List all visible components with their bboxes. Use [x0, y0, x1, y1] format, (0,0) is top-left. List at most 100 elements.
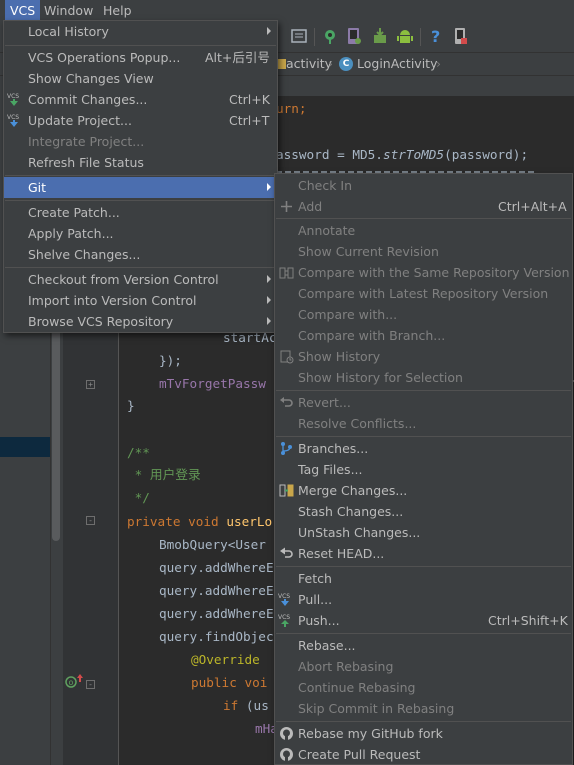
code-line: query.addWhereE — [159, 606, 274, 621]
menu-item-label: Pull... — [298, 592, 333, 607]
menu-item-refresh-file-status[interactable]: Refresh File Status — [4, 152, 277, 173]
menu-item-shortcut: Ctrl+K — [229, 92, 270, 107]
menu-vcs[interactable]: VCS — [5, 0, 41, 22]
menu-item-resolve-conflicts[interactable]: Resolve Conflicts... — [275, 413, 572, 434]
menu-item-tag-files[interactable]: Tag Files... — [275, 459, 572, 480]
breadcrumb-loginactivity[interactable]: LoginActivity — [357, 53, 437, 75]
submenu-arrow-icon — [267, 275, 271, 283]
menu-item-show-changes-view[interactable]: Show Changes View — [4, 68, 277, 89]
github-icon — [280, 748, 293, 761]
push-icon: VCS — [278, 614, 290, 627]
menu-item-label: Import into Version Control — [28, 293, 197, 308]
code-line: assword = MD5.strToMD5(password); — [276, 143, 528, 166]
menu-item-reset-head[interactable]: Reset HEAD... — [275, 543, 572, 564]
code-line: @Override — [191, 652, 260, 667]
menu-item-compare-with[interactable]: Compare with... — [275, 304, 572, 325]
merge-icon — [279, 484, 294, 497]
menu-item-show-history[interactable]: Show History — [275, 346, 572, 367]
menu-item-integrate-project[interactable]: Integrate Project... — [4, 131, 277, 152]
fold-collapse-icon[interactable]: - — [86, 516, 95, 525]
menu-item-shortcut: Ctrl+T — [229, 113, 270, 128]
svg-text:?: ? — [431, 27, 440, 45]
menu-item-import-into-vcs[interactable]: Import into Version Control — [4, 290, 277, 311]
code-line: public voi — [191, 675, 268, 690]
project-tree-selected-row[interactable] — [0, 437, 50, 457]
menu-item-label: Reset HEAD... — [298, 546, 385, 561]
menu-item-commit-changes[interactable]: VCS Commit Changes... Ctrl+K — [4, 89, 277, 110]
menu-item-pull[interactable]: VCS Pull... — [275, 589, 572, 610]
menu-item-skip-commit-rebasing[interactable]: Skip Commit in Rebasing — [275, 698, 572, 719]
menu-separator — [5, 200, 276, 201]
menu-item-push[interactable]: VCS Push... Ctrl+Shift+K — [275, 610, 572, 631]
menu-item-label: UnStash Changes... — [298, 525, 421, 540]
menu-separator — [276, 390, 571, 391]
branch-icon — [281, 442, 292, 455]
menu-item-compare-same-repository[interactable]: Compare with the Same Repository Version — [275, 262, 572, 283]
device-monitor-icon[interactable] — [451, 27, 469, 45]
menu-item-local-history[interactable]: Local History — [4, 21, 277, 42]
menu-item-shelve-changes[interactable]: Shelve Changes... — [4, 244, 277, 265]
android-icon[interactable] — [396, 27, 414, 45]
menu-item-label: Create Patch... — [28, 205, 120, 220]
menu-item-checkout-from-vcs[interactable]: Checkout from Version Control — [4, 269, 277, 290]
compare-icon — [279, 267, 294, 279]
reset-icon — [280, 547, 293, 558]
avd-manager-icon[interactable] — [345, 27, 363, 45]
sdk-manager-icon[interactable] — [371, 27, 389, 45]
git-submenu: Check In Add Ctrl+Alt+A Annotate Show Cur… — [274, 173, 573, 765]
menu-item-revert[interactable]: Revert... — [275, 392, 572, 413]
menu-item-apply-patch[interactable]: Apply Patch... — [4, 223, 277, 244]
menu-item-abort-rebasing[interactable]: Abort Rebasing — [275, 656, 572, 677]
menu-item-compare-latest-repository[interactable]: Compare with Latest Repository Version — [275, 283, 572, 304]
menu-item-show-history-selection[interactable]: Show History for Selection — [275, 367, 572, 388]
menu-item-show-current-revision[interactable]: Show Current Revision — [275, 241, 572, 262]
toolbar-separator — [314, 28, 315, 46]
menu-window[interactable]: Window — [39, 0, 98, 22]
menu-item-rebase[interactable]: Rebase... — [275, 635, 572, 656]
menu-item-label: Shelve Changes... — [28, 247, 141, 262]
menu-item-add[interactable]: Add Ctrl+Alt+A — [275, 196, 572, 217]
svg-text:VCS: VCS — [278, 593, 290, 600]
fold-collapse-icon[interactable]: - — [86, 680, 95, 689]
menu-separator — [276, 436, 571, 437]
menu-item-create-patch[interactable]: Create Patch... — [4, 202, 277, 223]
menu-item-merge-changes[interactable]: Merge Changes... — [275, 480, 572, 501]
menu-item-branches[interactable]: Branches... — [275, 438, 572, 459]
menu-item-stash-changes[interactable]: Stash Changes... — [275, 501, 572, 522]
menu-item-label: Refresh File Status — [28, 155, 144, 170]
menu-item-rebase-github-fork[interactable]: Rebase my GitHub fork — [275, 723, 572, 744]
menu-item-label: Abort Rebasing — [298, 659, 394, 674]
vcs-menu: Local History VCS Operations Popup... Alt… — [3, 20, 278, 333]
menu-item-label: Show History — [298, 349, 381, 364]
menu-item-label: Integrate Project... — [28, 134, 145, 149]
menu-item-check-in[interactable]: Check In — [275, 175, 572, 196]
menu-item-label: Rebase my GitHub fork — [298, 726, 443, 741]
menu-help[interactable]: Help — [98, 0, 137, 22]
menu-item-label: VCS Operations Popup... — [28, 50, 181, 65]
menu-item-vcs-operations-popup[interactable]: VCS Operations Popup... Alt+后引号 — [4, 47, 277, 68]
menu-item-update-project[interactable]: VCS Update Project... Ctrl+T — [4, 110, 277, 131]
code-line: * 用户登录 — [127, 467, 201, 482]
menu-item-unstash-changes[interactable]: UnStash Changes... — [275, 522, 572, 543]
breadcrumb-activity[interactable]: activity — [286, 53, 332, 75]
code-line: } — [127, 398, 135, 413]
menu-item-fetch[interactable]: Fetch — [275, 568, 572, 589]
menu-item-continue-rebasing[interactable]: Continue Rebasing — [275, 677, 572, 698]
menu-item-label: Apply Patch... — [28, 226, 114, 241]
menu-item-label: Git — [28, 180, 47, 195]
menu-item-create-pull-request[interactable]: Create Pull Request — [275, 744, 572, 765]
menu-item-label: Compare with Branch... — [298, 328, 446, 343]
help-icon[interactable]: ? — [427, 27, 445, 45]
menu-item-label: Show Changes View — [28, 71, 154, 86]
fold-expand-icon[interactable]: + — [86, 380, 95, 389]
menu-item-browse-vcs-repository[interactable]: Browse VCS Repository — [4, 311, 277, 332]
menu-item-label: Commit Changes... — [28, 92, 148, 107]
menu-item-git[interactable]: Git — [4, 177, 277, 198]
sync-icon[interactable] — [321, 27, 339, 45]
structure-icon[interactable] — [290, 27, 308, 45]
svg-text:VCS: VCS — [7, 93, 19, 100]
menu-item-annotate[interactable]: Annotate — [275, 220, 572, 241]
menu-separator — [5, 267, 276, 268]
override-method-icon[interactable]: o — [65, 676, 77, 688]
menu-item-compare-with-branch[interactable]: Compare with Branch... — [275, 325, 572, 346]
